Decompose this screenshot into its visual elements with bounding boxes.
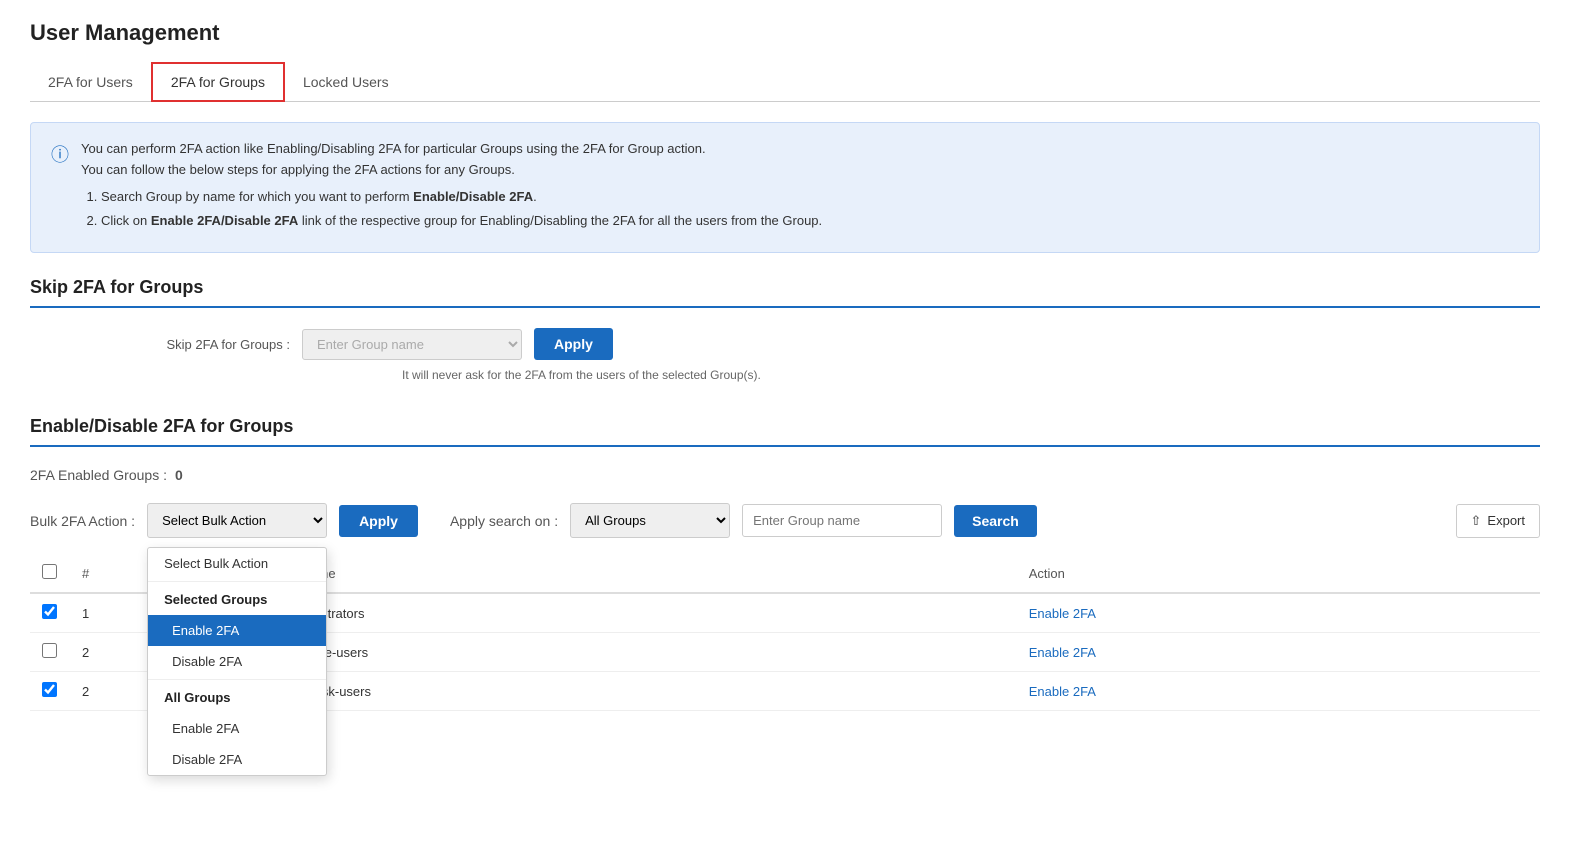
tab-2fa-groups[interactable]: 2FA for Groups bbox=[151, 62, 285, 102]
export-label: Export bbox=[1487, 513, 1525, 528]
action-link-2[interactable]: Enable 2FA bbox=[1029, 684, 1096, 699]
dropdown-header-selected-groups: Selected Groups bbox=[148, 584, 326, 615]
skip-2fa-title: Skip 2FA for Groups bbox=[30, 277, 1540, 298]
dropdown-item-disable-2fa-all[interactable]: Disable 2FA bbox=[148, 744, 326, 775]
skip-2fa-group-select[interactable]: Enter Group name bbox=[302, 329, 522, 360]
info-step1: Search Group by name for which you want … bbox=[101, 187, 822, 208]
row-group-name: jira-helpdesk-users bbox=[249, 672, 1017, 711]
col-action: Action bbox=[1017, 554, 1540, 593]
info-step2: Click on Enable 2FA/Disable 2FA link of … bbox=[101, 211, 822, 232]
info-box: ⓘ You can perform 2FA action like Enabli… bbox=[30, 122, 1540, 253]
info-line1: You can perform 2FA action like Enabling… bbox=[81, 141, 706, 156]
tab-2fa-users[interactable]: 2FA for Users bbox=[30, 64, 151, 100]
enabled-groups-label: 2FA Enabled Groups : bbox=[30, 467, 167, 483]
row-group-name: jira-administrators bbox=[249, 593, 1017, 633]
search-group-select[interactable]: All Groups bbox=[570, 503, 730, 538]
export-icon: ⇧ bbox=[1471, 513, 1482, 529]
export-button[interactable]: ⇧ Export bbox=[1456, 504, 1540, 538]
bulk-action-row: Bulk 2FA Action : Select Bulk Action Sel… bbox=[30, 503, 1540, 538]
row-checkbox-cell bbox=[30, 672, 70, 711]
search-button[interactable]: Search bbox=[954, 505, 1037, 537]
search-apply-label: Apply search on : bbox=[450, 513, 558, 529]
search-group-input[interactable] bbox=[742, 504, 942, 537]
enable-disable-divider bbox=[30, 445, 1540, 447]
dropdown-item-enable-2fa-all[interactable]: Enable 2FA bbox=[148, 713, 326, 744]
tabs-container: 2FA for Users 2FA for Groups Locked User… bbox=[30, 62, 1540, 102]
skip-2fa-divider bbox=[30, 306, 1540, 308]
bulk-action-dropdown[interactable]: Select Bulk Action Selected Groups Enabl… bbox=[147, 547, 327, 776]
col-group-name: Group Name bbox=[249, 554, 1017, 593]
skip-2fa-hint: It will never ask for the 2FA from the u… bbox=[302, 368, 1540, 392]
enable-disable-title: Enable/Disable 2FA for Groups bbox=[30, 416, 1540, 437]
action-link-1[interactable]: Enable 2FA bbox=[1029, 645, 1096, 660]
info-line2: You can follow the below steps for apply… bbox=[81, 162, 515, 177]
row-group-name: jira-software-users bbox=[249, 633, 1017, 672]
bulk-action-select[interactable]: Select Bulk Action bbox=[147, 503, 327, 538]
dropdown-item-select-bulk[interactable]: Select Bulk Action bbox=[148, 548, 326, 579]
row-checkbox-cell bbox=[30, 633, 70, 672]
skip-2fa-label: Skip 2FA for Groups : bbox=[130, 337, 290, 352]
select-all-checkbox[interactable] bbox=[42, 564, 57, 579]
bulk-select-container: Select Bulk Action Select Bulk Action Se… bbox=[147, 503, 327, 538]
row-action[interactable]: Enable 2FA bbox=[1017, 633, 1540, 672]
info-content: You can perform 2FA action like Enabling… bbox=[81, 139, 822, 236]
col-checkbox bbox=[30, 554, 70, 593]
row-action[interactable]: Enable 2FA bbox=[1017, 672, 1540, 711]
row-action[interactable]: Enable 2FA bbox=[1017, 593, 1540, 633]
skip-2fa-form-row: Skip 2FA for Groups : Enter Group name A… bbox=[30, 328, 1540, 360]
enabled-groups-value: 0 bbox=[175, 467, 183, 483]
dropdown-item-enable-2fa-selected[interactable]: Enable 2FA bbox=[148, 615, 326, 646]
row-checkbox-0[interactable] bbox=[42, 604, 57, 619]
info-icon: ⓘ bbox=[51, 141, 69, 236]
dropdown-item-disable-2fa-selected[interactable]: Disable 2FA bbox=[148, 646, 326, 677]
bulk-apply-button[interactable]: Apply bbox=[339, 505, 418, 537]
skip-2fa-apply-button[interactable]: Apply bbox=[534, 328, 613, 360]
dropdown-header-all-groups: All Groups bbox=[148, 682, 326, 713]
action-link-0[interactable]: Enable 2FA bbox=[1029, 606, 1096, 621]
tab-locked-users[interactable]: Locked Users bbox=[285, 64, 407, 100]
page-title: User Management bbox=[30, 20, 1540, 46]
row-checkbox-1[interactable] bbox=[42, 643, 57, 658]
row-checkbox-cell bbox=[30, 593, 70, 633]
row-checkbox-2[interactable] bbox=[42, 682, 57, 697]
bulk-action-label: Bulk 2FA Action : bbox=[30, 513, 135, 529]
enabled-groups-stat: 2FA Enabled Groups : 0 bbox=[30, 467, 1540, 483]
